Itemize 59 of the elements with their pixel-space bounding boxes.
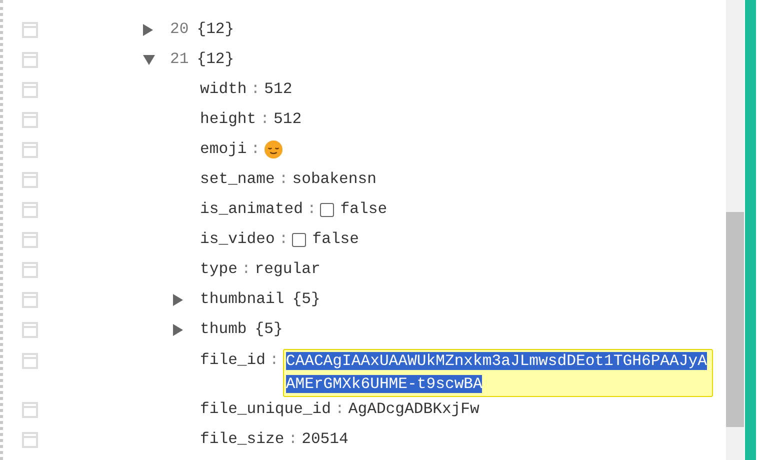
row-handle-icon[interactable] xyxy=(22,172,38,188)
key-separator: : xyxy=(306,199,316,220)
key-separator: : xyxy=(250,79,260,100)
key-separator: : xyxy=(260,109,270,130)
property-value: regular xyxy=(254,259,320,280)
row-handle-icon[interactable] xyxy=(22,82,38,98)
row-handle-icon[interactable] xyxy=(22,52,38,68)
property-key: width xyxy=(200,78,247,102)
expand-arrow-icon[interactable] xyxy=(173,294,183,306)
property-key: file_unique_id xyxy=(200,398,332,422)
key-separator: : xyxy=(270,350,279,371)
item-count: {5} xyxy=(254,319,283,340)
property-value: false xyxy=(340,199,388,220)
checkbox[interactable] xyxy=(292,232,306,247)
item-count: {12} xyxy=(196,49,234,70)
item-count: {12} xyxy=(196,19,234,40)
row-handle-icon[interactable] xyxy=(22,22,38,38)
property-value: AgADcgADBKxjFw xyxy=(348,399,480,420)
key-separator: : xyxy=(250,139,260,160)
scrollbar-track[interactable] xyxy=(726,0,744,460)
property-value: 512 xyxy=(264,79,292,100)
key-separator: : xyxy=(335,399,344,420)
property-key: thumbnail xyxy=(200,288,284,312)
row-handle-icon[interactable] xyxy=(22,232,38,248)
row-handle-icon[interactable] xyxy=(22,322,38,338)
property-value: 512 xyxy=(274,109,302,130)
emoji-icon xyxy=(264,140,284,160)
property-value: sobakensn xyxy=(292,169,376,190)
key-separator: : xyxy=(278,229,288,250)
property-key: file_id xyxy=(200,349,266,372)
expand-arrow-icon[interactable] xyxy=(173,324,183,336)
property-key: emoji xyxy=(200,138,247,162)
property-value: 20514 xyxy=(302,429,348,450)
row-handle-icon[interactable] xyxy=(22,292,38,308)
key-separator: : xyxy=(288,429,298,450)
row-handle-icon[interactable] xyxy=(22,262,38,278)
property-key: type xyxy=(200,258,238,282)
scrollbar-thumb[interactable] xyxy=(726,212,744,427)
key-separator: : xyxy=(241,259,251,280)
array-index: 20 xyxy=(170,19,189,40)
property-key: is_animated xyxy=(200,198,303,222)
row-handle-icon[interactable] xyxy=(22,402,38,418)
array-index: 21 xyxy=(170,49,189,70)
collapse-arrow-icon[interactable] xyxy=(143,54,155,65)
key-separator: : xyxy=(278,169,288,190)
property-key: set_name xyxy=(200,168,275,192)
row-handle-icon[interactable] xyxy=(22,142,38,158)
row-handle-icon[interactable] xyxy=(22,432,38,448)
property-value: false xyxy=(312,229,360,250)
property-key: height xyxy=(200,108,256,132)
property-key: is_video xyxy=(200,228,275,252)
property-key: thumb xyxy=(200,318,247,342)
row-handle-icon[interactable] xyxy=(22,353,38,369)
expand-arrow-icon[interactable] xyxy=(143,24,153,36)
item-count: {5} xyxy=(292,289,320,310)
checkbox[interactable] xyxy=(320,202,334,217)
property-key: file_size xyxy=(200,428,284,452)
row-handle-icon[interactable] xyxy=(22,112,38,128)
row-handle-icon[interactable] xyxy=(22,202,38,218)
